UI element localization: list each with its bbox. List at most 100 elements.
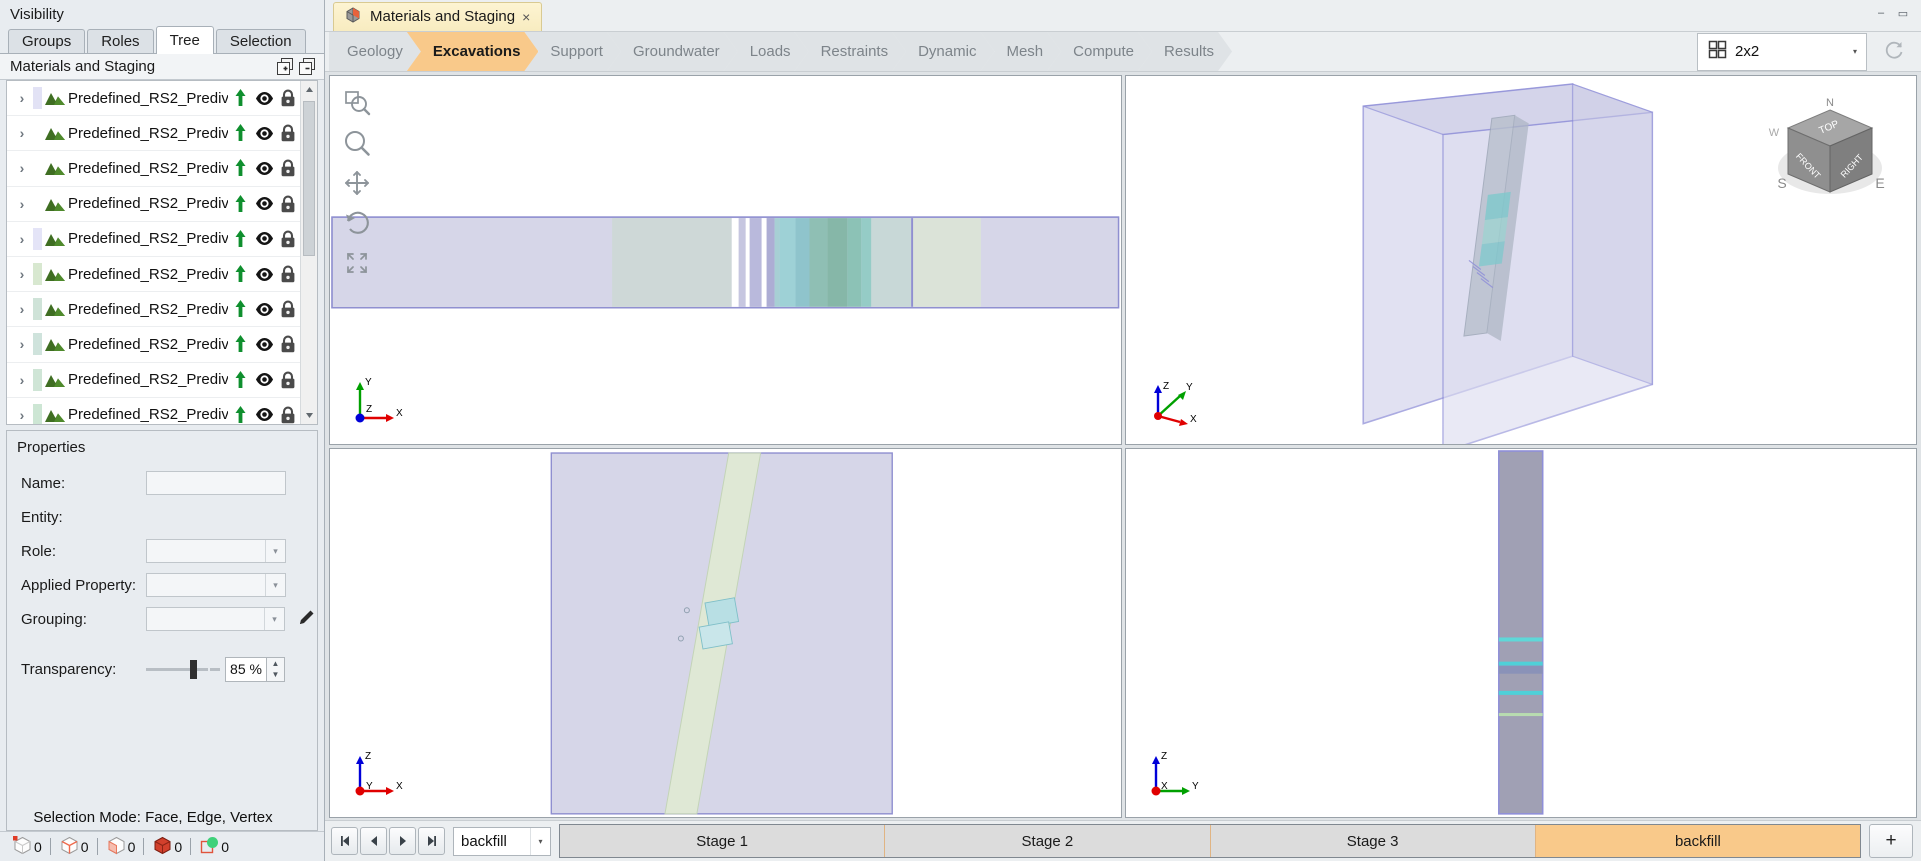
tree-row[interactable]: › Predefined_RS2_Predivid [7, 292, 300, 328]
scroll-up-button[interactable] [301, 81, 317, 98]
arrow-up-icon[interactable] [228, 332, 252, 356]
edge-count[interactable]: 0 [51, 835, 97, 859]
stage-selector[interactable]: backfill ▾ [453, 826, 551, 856]
lock-icon[interactable] [276, 297, 300, 321]
chevron-down-icon[interactable]: ▾ [264, 608, 284, 630]
stepper-up-icon[interactable]: ▲ [267, 658, 284, 670]
view-cube[interactable]: TOP FRONT RIGHT N S E W [1768, 96, 1896, 218]
viewport-layout-selector[interactable]: 2x2 ▾ [1697, 32, 1867, 71]
lock-icon[interactable] [276, 156, 300, 180]
workflow-tab-compute[interactable]: Compute [1047, 32, 1152, 71]
stage-tab-backfill[interactable]: backfill [1535, 825, 1860, 858]
solid-count[interactable]: 0 [144, 835, 190, 859]
restore-button[interactable]: ▭ [1893, 4, 1913, 22]
workflow-tab-dynamic[interactable]: Dynamic [892, 32, 994, 71]
scroll-thumb[interactable] [303, 101, 315, 256]
chevron-right-icon[interactable]: › [11, 372, 33, 388]
workflow-tab-support[interactable]: Support [524, 32, 621, 71]
tree-row[interactable]: › Predefined_RS2_Predivid [7, 116, 300, 152]
scroll-down-button[interactable] [301, 407, 317, 424]
tree-scrollbar[interactable] [300, 81, 317, 424]
applied-property-combo[interactable]: ▾ [146, 573, 286, 597]
arrow-up-icon[interactable] [228, 156, 252, 180]
arrow-up-icon[interactable] [228, 86, 252, 110]
lock-icon[interactable] [276, 227, 300, 251]
stage-tab-stage-3[interactable]: Stage 3 [1210, 825, 1536, 858]
expand-all-icon[interactable] [274, 57, 296, 77]
workflow-tab-geology[interactable]: Geology [329, 32, 421, 71]
pencil-icon[interactable] [297, 607, 317, 631]
tree-row[interactable]: › Predefined_RS2_Predivid [7, 257, 300, 293]
chevron-right-icon[interactable]: › [11, 160, 33, 176]
eye-icon[interactable] [252, 86, 276, 110]
tab-selection[interactable]: Selection [215, 29, 306, 53]
tab-roles[interactable]: Roles [87, 29, 154, 53]
chevron-right-icon[interactable]: › [11, 90, 33, 106]
viewport-iso[interactable]: TOP FRONT RIGHT N S E W Z Y X [1124, 75, 1917, 446]
lock-icon[interactable] [276, 262, 300, 286]
materials-tree[interactable]: › Predefined_RS2_Predivid › Predefined_RS2_… [6, 80, 318, 425]
chevron-right-icon[interactable]: › [11, 336, 33, 352]
eye-icon[interactable] [252, 297, 276, 321]
tree-row[interactable]: › Predefined_RS2_Predivid [7, 151, 300, 187]
pan-icon[interactable] [340, 166, 374, 200]
viewport-front[interactable]: Y X Z [329, 75, 1122, 446]
last-stage-button[interactable] [418, 827, 445, 856]
add-stage-button[interactable]: + [1869, 824, 1913, 859]
face-count[interactable]: 0 [98, 835, 144, 859]
rotate-icon[interactable] [340, 206, 374, 240]
stage-tab-stage-2[interactable]: Stage 2 [885, 825, 1211, 858]
eye-icon[interactable] [252, 332, 276, 356]
lock-icon[interactable] [276, 121, 300, 145]
chevron-right-icon[interactable]: › [11, 196, 33, 212]
lock-icon[interactable] [276, 86, 300, 110]
minimize-button[interactable]: – [1871, 4, 1891, 22]
close-icon[interactable]: × [522, 9, 530, 25]
vertex-count[interactable]: 0 [4, 835, 50, 859]
stepper-down-icon[interactable]: ▼ [267, 669, 284, 681]
arrow-up-icon[interactable] [228, 297, 252, 321]
tab-tree[interactable]: Tree [155, 26, 214, 54]
name-field[interactable] [146, 471, 286, 495]
workflow-tab-groundwater[interactable]: Groundwater [607, 32, 738, 71]
workflow-tab-excavations[interactable]: Excavations [407, 32, 539, 71]
eye-icon[interactable] [252, 368, 276, 392]
tree-row[interactable]: › Predefined_RS2_Predivid [7, 222, 300, 257]
workflow-tab-restraints[interactable]: Restraints [795, 32, 907, 71]
zoom-icon[interactable] [340, 126, 374, 160]
arrow-up-icon[interactable] [228, 403, 252, 424]
stage-tab-stage-1[interactable]: Stage 1 [560, 825, 886, 858]
chevron-right-icon[interactable]: › [11, 301, 33, 317]
prev-stage-button[interactable] [360, 827, 387, 856]
arrow-up-icon[interactable] [228, 368, 252, 392]
chevron-down-icon[interactable]: ▾ [265, 540, 285, 562]
eye-icon[interactable] [252, 156, 276, 180]
tree-row[interactable]: › Predefined_RS2_Predivid [7, 327, 300, 363]
eye-icon[interactable] [252, 262, 276, 286]
tree-row[interactable]: › Predefined_RS2_Predivid [7, 363, 300, 398]
chevron-down-icon[interactable]: ▾ [265, 574, 285, 596]
viewport-side[interactable]: Z X Y [329, 448, 1122, 819]
workflow-tab-results[interactable]: Results [1138, 32, 1232, 71]
tree-row[interactable]: › Predefined_RS2_Predivid [7, 187, 300, 222]
lock-icon[interactable] [276, 368, 300, 392]
arrow-up-icon[interactable] [228, 262, 252, 286]
arrow-up-icon[interactable] [228, 192, 252, 216]
tree-row[interactable]: › Predefined_RS2_Predivid [7, 81, 300, 117]
chevron-right-icon[interactable]: › [11, 231, 33, 247]
arrow-up-icon[interactable] [228, 227, 252, 251]
transparency-stepper[interactable]: ▲ ▼ [267, 656, 285, 682]
zoom-window-icon[interactable] [340, 86, 374, 120]
grouping-combo[interactable]: ▾ [145, 607, 285, 631]
eye-icon[interactable] [252, 227, 276, 251]
transparency-slider[interactable] [146, 659, 208, 679]
chevron-down-icon[interactable]: ▾ [1844, 34, 1866, 70]
role-combo[interactable]: ▾ [146, 539, 286, 563]
eye-icon[interactable] [252, 192, 276, 216]
chevron-right-icon[interactable]: › [11, 407, 33, 423]
refresh-button[interactable] [1877, 33, 1911, 71]
chevron-down-icon[interactable]: ▾ [530, 827, 550, 855]
chevron-right-icon[interactable]: › [11, 125, 33, 141]
first-stage-button[interactable] [331, 827, 358, 856]
lock-icon[interactable] [276, 403, 300, 424]
